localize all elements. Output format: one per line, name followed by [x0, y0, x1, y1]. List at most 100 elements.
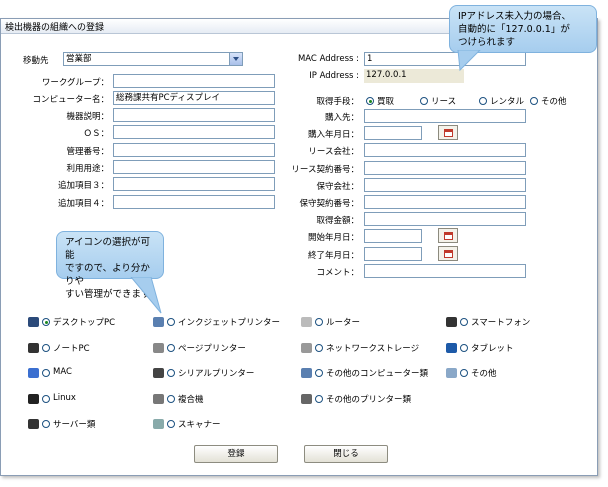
- calendar-button[interactable]: [438, 246, 458, 261]
- text-field[interactable]: [113, 195, 275, 209]
- multifunction-icon: [153, 394, 164, 404]
- field-label: コメント：: [316, 268, 359, 278]
- device-type-radio[interactable]: [315, 344, 323, 352]
- field-label: リース契約番号：: [291, 165, 359, 175]
- device-type-radio[interactable]: [42, 420, 50, 428]
- field-label: 開始年月日：: [307, 233, 359, 243]
- acquisition-radio[interactable]: [530, 97, 538, 105]
- device-type-label: ネットワークストレージ: [326, 344, 420, 354]
- page-printer-icon: [153, 343, 164, 353]
- text-field[interactable]: [364, 247, 422, 261]
- field-label: リース会社：: [308, 147, 359, 157]
- device-type-label: MAC: [53, 367, 72, 377]
- linux-penguin-icon: [28, 394, 39, 404]
- text-field[interactable]: [364, 109, 526, 123]
- text-field[interactable]: [113, 177, 275, 191]
- device-type-radio[interactable]: [167, 395, 175, 403]
- text-field[interactable]: [364, 195, 526, 209]
- mac-address-field[interactable]: 1: [364, 52, 526, 66]
- device-type-label: スキャナー: [178, 420, 221, 430]
- device-type-label: ページプリンター: [178, 344, 246, 354]
- device-type-radio[interactable]: [315, 318, 323, 326]
- device-type-radio[interactable]: [315, 395, 323, 403]
- device-type-label: デスクトップPC: [53, 318, 116, 328]
- ip-note-line: 自動的に「127.0.0.1」が: [458, 24, 570, 35]
- device-type-radio[interactable]: [315, 369, 323, 377]
- calendar-icon: [444, 250, 453, 258]
- device-type-label: 複合機: [178, 395, 204, 405]
- field-label: 保守契約番号：: [299, 199, 359, 209]
- serial-printer-icon: [153, 368, 164, 378]
- field-label: 機器説明：: [66, 112, 109, 122]
- chevron-down-icon[interactable]: [229, 53, 242, 65]
- gear-icon: [446, 368, 457, 378]
- ip-note-callout: IPアドレス未入力の場合、 自動的に「127.0.0.1」が つけられます: [449, 5, 597, 53]
- device-type-radio[interactable]: [460, 318, 468, 326]
- device-type-radio[interactable]: [167, 420, 175, 428]
- device-type-label: ノートPC: [53, 344, 90, 354]
- icon-note-line: アイコンの選択が可能: [65, 237, 151, 261]
- tablet-icon: [446, 343, 457, 353]
- icon-note-callout: アイコンの選択が可能 ですので、より分かりや すい管理ができます: [56, 231, 164, 300]
- device-type-radio[interactable]: [167, 369, 175, 377]
- ip-note-pointer: [457, 50, 481, 72]
- device-type-label: タブレット: [471, 344, 514, 354]
- device-type-label: ルーター: [326, 318, 361, 328]
- device-type-radio[interactable]: [42, 344, 50, 352]
- text-field[interactable]: [113, 74, 275, 88]
- text-field[interactable]: [113, 108, 275, 122]
- field-label: 管理番号：: [66, 147, 109, 157]
- acquisition-option-label: その他: [541, 97, 567, 107]
- calendar-button[interactable]: [438, 125, 458, 140]
- ip-note-line: IPアドレス未入力の場合、: [458, 11, 572, 22]
- device-type-label: その他のコンピューター類: [326, 369, 429, 379]
- device-type-label: その他: [471, 369, 497, 379]
- field-label: 利用用途：: [66, 164, 109, 174]
- text-field[interactable]: [113, 143, 275, 157]
- destination-select[interactable]: 営業部: [63, 52, 243, 66]
- ip-note-line: つけられます: [458, 37, 516, 48]
- destination-label: 移動先: [23, 56, 49, 66]
- register-button[interactable]: 登録: [194, 445, 278, 463]
- device-type-radio[interactable]: [42, 318, 50, 326]
- field-label: 取得金額：: [316, 216, 359, 226]
- text-field[interactable]: [364, 264, 526, 278]
- text-field[interactable]: [113, 125, 275, 139]
- server-icon: [28, 419, 39, 429]
- device-type-label: その他のプリンター類: [326, 395, 412, 405]
- device-type-radio[interactable]: [460, 369, 468, 377]
- register-dialog: 検出機器の組織への登録 移動先 営業部 ワークグループ： コンピューター名： 総務課…: [0, 5, 598, 476]
- text-field[interactable]: [364, 229, 422, 243]
- field-label: 終了年月日：: [307, 251, 359, 261]
- acquisition-radio[interactable]: [420, 97, 428, 105]
- text-field[interactable]: [364, 126, 422, 140]
- calendar-icon: [444, 232, 453, 240]
- nas-icon: [301, 343, 312, 353]
- device-type-radio[interactable]: [460, 344, 468, 352]
- field-label: 購入年月日：: [307, 130, 359, 140]
- field-label: 追加項目４：: [57, 199, 109, 209]
- text-field[interactable]: [364, 212, 526, 226]
- device-type-radio[interactable]: [42, 395, 50, 403]
- mac-address-label: MAC Address :: [297, 54, 359, 64]
- calendar-button[interactable]: [438, 228, 458, 243]
- router-icon: [301, 317, 312, 327]
- text-field[interactable]: [113, 160, 275, 174]
- device-type-radio[interactable]: [42, 369, 50, 377]
- acquisition-radio[interactable]: [366, 97, 374, 105]
- text-field[interactable]: [364, 178, 526, 192]
- text-field[interactable]: [364, 161, 526, 175]
- acquisition-option-label: 買取: [377, 97, 395, 107]
- icon-note-pointer: [130, 277, 162, 314]
- ip-address-label: IP Address :: [309, 71, 359, 81]
- device-type-radio[interactable]: [167, 344, 175, 352]
- text-field[interactable]: [364, 143, 526, 157]
- device-type-radio[interactable]: [167, 318, 175, 326]
- text-field[interactable]: 総務課共有PCディスプレイ: [113, 91, 275, 105]
- acquisition-radio[interactable]: [479, 97, 487, 105]
- smartphone-icon: [446, 317, 457, 327]
- acquisition-option-label: リース: [431, 97, 457, 107]
- destination-value: 営業部: [66, 54, 92, 64]
- desktop-pc-icon: [28, 317, 39, 327]
- close-button[interactable]: 閉じる: [304, 445, 388, 463]
